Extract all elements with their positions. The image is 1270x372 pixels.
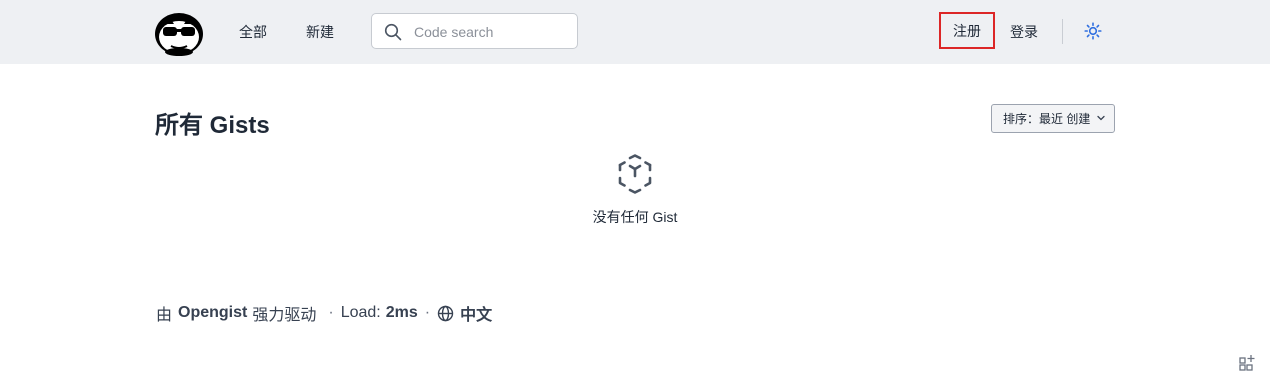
code-search-box[interactable] [371, 13, 578, 49]
login-button[interactable]: 登录 [1010, 22, 1038, 42]
opengist-link[interactable]: Opengist [178, 304, 247, 322]
powered-suffix: 强力驱动 [252, 307, 317, 324]
sort-label: 排序：最近 创建 [1003, 112, 1091, 126]
top-navbar: 全部 新建 注册 登录 [0, 0, 1270, 64]
register-button[interactable]: 注册 [939, 12, 995, 49]
load-value: 2ms [385, 304, 418, 321]
footer-separator: · [424, 304, 431, 321]
code-search-input[interactable] [412, 21, 576, 43]
chevron-down-icon [1097, 115, 1105, 121]
page-title: 所有 Gists [155, 112, 270, 139]
nav-all-link[interactable]: 全部 [239, 22, 267, 42]
empty-state-message: 没有任何 Gist [592, 209, 678, 225]
nav-new-link[interactable]: 新建 [306, 22, 334, 42]
footer-separator: · [328, 304, 334, 321]
globe-icon[interactable] [437, 305, 454, 322]
footer: 由 Opengist 强力驱动 · Load: 2ms · 中文 [156, 301, 492, 325]
language-selector[interactable]: 中文 [460, 301, 492, 325]
sun-icon[interactable] [1084, 22, 1102, 40]
load-label: Load: [340, 304, 381, 321]
powered-prefix: 由 [156, 307, 173, 324]
search-icon [384, 23, 402, 41]
apps-grid-icon[interactable] [1239, 354, 1257, 372]
opengist-logo-icon[interactable] [154, 10, 204, 56]
header-divider [1062, 19, 1063, 44]
sort-dropdown-button[interactable]: 排序：最近 创建 [991, 104, 1115, 133]
cube-icon [618, 154, 652, 194]
